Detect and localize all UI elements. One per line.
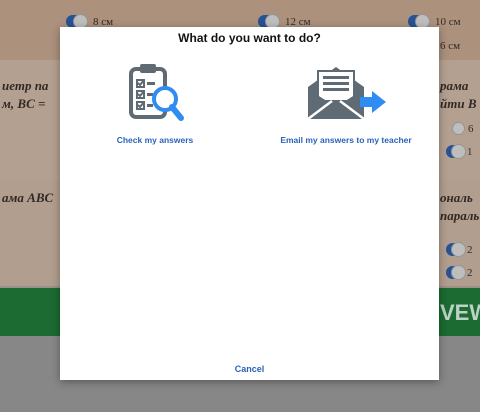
clipboard-magnifier-icon — [129, 64, 184, 121]
dialog-title: What do you want to do? — [178, 31, 321, 45]
action-dialog: What do you want to do? Check my answers — [60, 27, 439, 380]
email-teacher-button[interactable]: Email my answers to my teacher — [256, 61, 436, 145]
check-answers-label: Check my answers — [116, 135, 194, 145]
envelope-arrow-icon — [307, 67, 386, 120]
check-answers-button[interactable]: Check my answers — [90, 61, 220, 145]
email-teacher-label: Email my answers to my teacher — [280, 135, 412, 145]
cancel-link[interactable]: Cancel — [60, 364, 439, 374]
